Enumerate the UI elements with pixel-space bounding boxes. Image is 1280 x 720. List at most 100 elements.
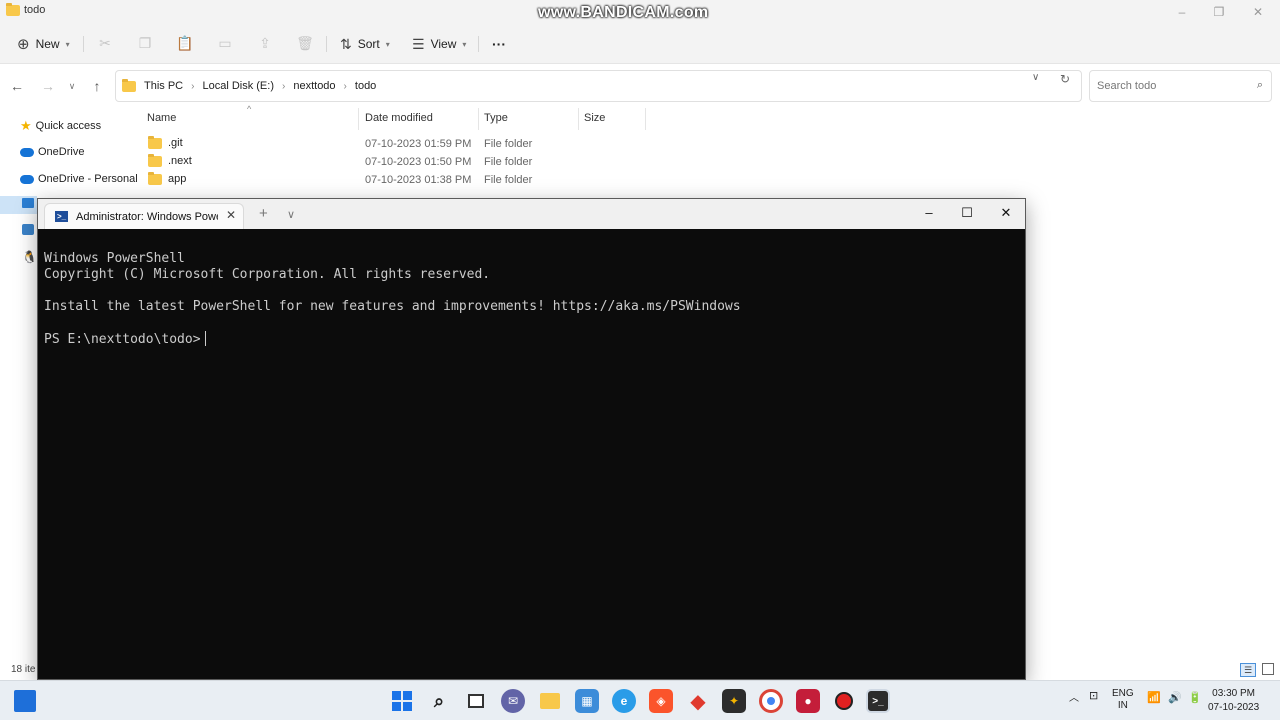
- terminal-tab[interactable]: >_ Administrator: Windows PowerS ✕: [44, 203, 244, 229]
- column-divider: [358, 108, 359, 130]
- sidebar-item-onedrive-personal[interactable]: OneDrive - Personal: [20, 169, 138, 189]
- breadcrumb-local-disk[interactable]: Local Disk (E:): [202, 80, 274, 92]
- language-line2: IN: [1117, 700, 1128, 711]
- system-clock[interactable]: 03:30 PM 07-10-2023: [1208, 687, 1259, 715]
- plus-circle-icon: ⊕: [17, 36, 30, 53]
- folder-icon: [148, 171, 162, 185]
- paste-icon[interactable]: 📋: [176, 34, 194, 52]
- store-icon[interactable]: ▦: [575, 689, 599, 713]
- file-row[interactable]: app 07-10-2023 01:38 PM File folder: [136, 171, 656, 190]
- explorer-titlebar: todo www.BANDICAM.com – ❐ ✕: [0, 0, 1280, 24]
- record-icon[interactable]: [832, 689, 856, 713]
- bandicam-watermark: www.BANDICAM.com: [538, 4, 709, 21]
- volume-icon[interactable]: 🔊: [1168, 691, 1182, 704]
- breadcrumb-nexttodo[interactable]: nexttodo: [293, 80, 335, 92]
- tray-overflow-chevron-icon[interactable]: ︿: [1069, 689, 1079, 704]
- copy-icon[interactable]: ❐: [136, 34, 154, 52]
- language-indicator[interactable]: ENG IN: [1112, 688, 1134, 712]
- share-icon[interactable]: ⇪: [256, 34, 274, 52]
- windows-terminal-window: >_ Administrator: Windows PowerS ✕ + ∨ –…: [37, 198, 1026, 680]
- rename-icon[interactable]: ▭: [216, 34, 234, 52]
- input-indicator-icon[interactable]: ⊡: [1089, 689, 1098, 702]
- terminal-titlebar: >_ Administrator: Windows PowerS ✕ + ∨ –…: [38, 199, 1025, 229]
- language-line1: ENG: [1112, 688, 1134, 699]
- refresh-icon[interactable]: ↻: [1060, 72, 1070, 86]
- sidebar-item-onedrive[interactable]: OneDrive: [20, 142, 84, 162]
- delete-icon[interactable]: 🗑: [296, 34, 314, 52]
- sort-button[interactable]: ⇅ Sort ▾: [340, 33, 390, 55]
- file-explorer-icon[interactable]: [538, 689, 562, 713]
- command-bar: ⊕ New ▾ ✂ ❐ 📋 ▭ ⇪ 🗑 ⇅ Sort ▾ ☰ View ▾ ··…: [0, 24, 1280, 64]
- start-windows-icon[interactable]: [390, 689, 414, 713]
- task-view-icon[interactable]: [464, 689, 488, 713]
- breadcrumb-separator: ›: [191, 80, 195, 92]
- new-button[interactable]: ⊕ New ▾: [17, 33, 70, 55]
- file-row[interactable]: .git 07-10-2023 01:59 PM File folder: [136, 135, 656, 154]
- brave-icon[interactable]: ◈: [649, 689, 673, 713]
- forward-arrow-icon[interactable]: →: [38, 76, 58, 96]
- terminal-taskbar-icon[interactable]: >_: [866, 689, 890, 713]
- app-gold-icon[interactable]: ✦: [722, 689, 746, 713]
- bandicam-icon[interactable]: ●: [796, 689, 820, 713]
- chrome-icon[interactable]: [759, 689, 783, 713]
- column-divider: [578, 108, 579, 130]
- close-button[interactable]: ✕: [1238, 2, 1278, 22]
- edge-icon[interactable]: e: [612, 689, 636, 713]
- chevron-down-icon: ▾: [462, 39, 467, 49]
- chat-icon[interactable]: ✉: [501, 689, 525, 713]
- divider: [326, 36, 327, 52]
- sidebar-item-quick-access[interactable]: ★ Quick access: [20, 116, 101, 136]
- column-date-modified[interactable]: Date modified: [365, 112, 433, 124]
- more-options-button[interactable]: ···: [492, 33, 506, 55]
- breadcrumb-separator: ›: [343, 80, 347, 92]
- sidebar-item-label: OneDrive - Personal: [38, 173, 138, 185]
- maximize-button[interactable]: ❐: [1199, 2, 1239, 22]
- column-size[interactable]: Size: [584, 112, 605, 124]
- file-row[interactable]: .next 07-10-2023 01:50 PM File folder: [136, 153, 656, 172]
- tab-close-icon[interactable]: ✕: [226, 208, 236, 222]
- breadcrumb-todo[interactable]: todo: [355, 80, 376, 92]
- new-tab-plus-icon[interactable]: +: [259, 205, 268, 222]
- large-icons-view-icon[interactable]: [1262, 663, 1274, 675]
- window-title: todo: [24, 4, 46, 16]
- column-name[interactable]: Name: [147, 112, 176, 124]
- file-type: File folder: [484, 156, 533, 168]
- breadcrumb-this-pc[interactable]: This PC: [144, 80, 183, 92]
- file-name: .git: [148, 135, 183, 149]
- search-box[interactable]: Search todo ⌕: [1089, 70, 1272, 102]
- folder-icon: [122, 78, 136, 92]
- tab-dropdown-chevron-icon[interactable]: ∨: [287, 208, 295, 221]
- cut-icon[interactable]: ✂: [96, 34, 114, 52]
- network-icon[interactable]: [22, 224, 34, 235]
- wifi-icon[interactable]: 📶: [1147, 691, 1161, 704]
- widgets-icon[interactable]: [14, 690, 36, 712]
- prompt-line[interactable]: PS E:\nexttodo\todo>: [44, 331, 1019, 348]
- terminal-close-icon[interactable]: ✕: [996, 205, 1016, 221]
- terminal-maximize-icon[interactable]: ☐: [957, 205, 977, 221]
- linux-icon[interactable]: 🐧: [22, 250, 37, 264]
- search-placeholder: Search todo: [1097, 80, 1157, 92]
- recent-locations-chevron-icon[interactable]: ∨: [62, 76, 82, 96]
- sidebar-item-this-pc-selected[interactable]: [0, 196, 37, 214]
- battery-icon[interactable]: 🔋: [1188, 691, 1202, 704]
- minimize-button[interactable]: –: [1162, 2, 1202, 22]
- view-button[interactable]: ☰ View ▾: [412, 33, 466, 55]
- column-type[interactable]: Type: [484, 112, 508, 124]
- address-bar[interactable]: This PC › Local Disk (E:) › nexttodo › t…: [115, 70, 1082, 102]
- terminal-minimize-icon[interactable]: –: [919, 205, 939, 220]
- terminal-output[interactable]: Windows PowerShell Copyright (C) Microsof…: [44, 235, 1019, 380]
- back-arrow-icon[interactable]: ←: [7, 76, 27, 96]
- divider: [83, 36, 84, 52]
- sidebar-item-label: OneDrive: [38, 146, 85, 158]
- address-row: ← → ∨ ↑ This PC › Local Disk (E:) › next…: [0, 64, 1280, 108]
- up-arrow-icon[interactable]: ↑: [87, 76, 107, 96]
- clock-date: 07-10-2023: [1208, 702, 1260, 713]
- column-divider: [478, 108, 479, 130]
- windows-logo-icon: [392, 691, 412, 711]
- app-red-diamond-icon[interactable]: ◆: [686, 689, 710, 713]
- details-view-icon[interactable]: ☰: [1240, 663, 1256, 677]
- address-dropdown-icon[interactable]: ∨: [1032, 72, 1039, 83]
- file-date: 07-10-2023 01:59 PM: [365, 138, 472, 150]
- divider: [478, 36, 479, 52]
- search-icon[interactable]: ⌕: [427, 689, 451, 713]
